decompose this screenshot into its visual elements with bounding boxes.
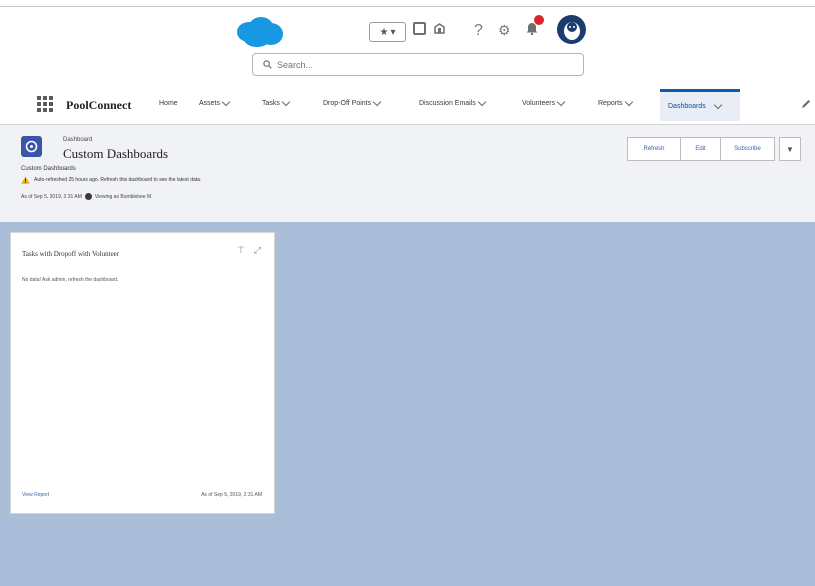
view-report-link[interactable]: View Report (22, 492, 49, 498)
edit-button[interactable]: Edit (680, 137, 721, 161)
filter-icon[interactable]: ⊤ (237, 245, 245, 256)
page-header: Dashboard Custom Dashboards Custom Dashb… (0, 124, 815, 223)
global-search[interactable] (252, 53, 584, 76)
dashboard-subtitle: Custom Dashboards (21, 166, 76, 172)
expand-icon[interactable]: ⤢ (254, 245, 261, 256)
chevron-down-icon[interactable] (281, 97, 291, 107)
subscribe-button[interactable]: Subscribe (720, 137, 775, 161)
chevron-down-icon[interactable] (221, 97, 231, 107)
search-input[interactable] (277, 59, 557, 70)
nav-tab-label: Drop-Off Points (323, 100, 372, 107)
avatar-icon (563, 21, 580, 40)
help-button[interactable]: ? (474, 22, 483, 40)
notification-badge (534, 15, 544, 25)
nav-tab-home[interactable]: Home (159, 100, 178, 107)
nav-tab-volunteers[interactable]: Volunteers (522, 97, 566, 107)
nav-tab-label: Tasks (262, 100, 280, 107)
nav-tab-discussion-emails[interactable]: Discussion Emails (419, 97, 487, 107)
chevron-down-icon[interactable] (556, 97, 566, 107)
app-name: PoolConnect (66, 98, 132, 112)
global-actions-button[interactable] (413, 22, 426, 35)
viewing-as-text: Viewing as Bumblebee M. (94, 193, 153, 200)
chevron-down-icon[interactable] (372, 97, 382, 107)
nav-tab-dashboards[interactable]: Dashboards (660, 89, 740, 121)
setup-button[interactable]: ⚙ (498, 22, 511, 39)
trailhead-icon (434, 23, 445, 34)
warning-icon (21, 176, 30, 184)
edit-nav-pencil-icon[interactable] (801, 99, 811, 109)
nav-tab-label: Assets (199, 100, 221, 107)
widget-empty-message: No data! Ask admin, refresh the dashboar… (22, 277, 119, 283)
star-icon: ★ (379, 26, 389, 38)
as-of-line: As of Sep 5, 2019, 2:31 AM Viewing as Bu… (21, 193, 153, 200)
navigation-bar: PoolConnect Home Assets Tasks Drop-Off P… (0, 89, 815, 121)
app-launcher-icon[interactable] (37, 96, 53, 112)
widget-tools: ⊤ ⤢ (237, 245, 261, 256)
header-button-group: Refresh Edit Subscribe ▼ (627, 137, 801, 161)
nav-tab-label: Reports (598, 100, 623, 107)
trailhead-button[interactable] (433, 22, 446, 35)
nav-tab-label: Volunteers (522, 100, 556, 107)
dashboard-widget: Tasks with Dropoff with Volunteer ⊤ ⤢ No… (10, 232, 275, 514)
nav-tab-label: Dashboards (668, 103, 706, 110)
help-icon: ? (474, 22, 483, 39)
widget-title: Tasks with Dropoff with Volunteer (22, 250, 120, 258)
object-type-label: Dashboard (63, 137, 93, 143)
widget-timestamp: As of Sep 5, 2019, 2:31 AM (201, 492, 262, 498)
refresh-button[interactable]: Refresh (627, 137, 681, 161)
top-divider (0, 6, 815, 7)
add-icon (413, 22, 426, 35)
refresh-warning: Auto-refreshed 25 hours ago. Refresh thi… (21, 176, 201, 184)
nav-tab-drop-off-points[interactable]: Drop-Off Points (323, 97, 382, 107)
as-of-text: As of Sep 5, 2019, 2:31 AM (21, 193, 82, 200)
more-actions-button[interactable]: ▼ (779, 137, 801, 161)
chevron-down-icon[interactable] (477, 97, 487, 107)
chevron-down-icon: ▾ (390, 26, 396, 38)
search-icon (263, 60, 272, 69)
nav-tab-tasks[interactable]: Tasks (262, 97, 291, 107)
user-avatar[interactable] (557, 15, 586, 44)
page-title: Custom Dashboards (63, 146, 169, 161)
user-dot-icon (84, 193, 92, 200)
caret-down-icon: ▼ (786, 144, 794, 154)
chevron-down-icon[interactable] (713, 100, 722, 110)
notifications-button[interactable] (526, 15, 544, 35)
nav-tab-label: Home (159, 100, 178, 107)
warning-text: Auto-refreshed 25 hours ago. Refresh thi… (34, 177, 202, 183)
gear-icon: ⚙ (498, 22, 511, 38)
salesforce-logo-icon[interactable] (233, 16, 285, 48)
nav-tab-reports[interactable]: Reports (598, 97, 633, 107)
chevron-down-icon[interactable] (624, 97, 633, 107)
nav-tab-label: Discussion Emails (419, 100, 476, 107)
dashboard-icon (21, 136, 42, 157)
nav-tab-assets[interactable]: Assets (199, 97, 231, 107)
favorites-button[interactable]: ★ ▾ (369, 22, 406, 42)
